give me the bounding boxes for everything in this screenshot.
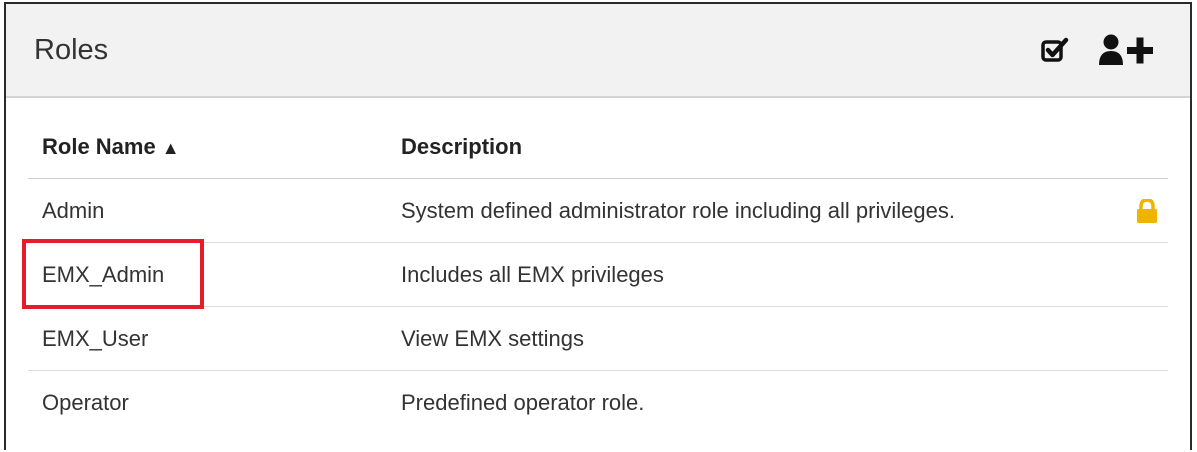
- role-description-cell: System defined administrator role includ…: [401, 197, 955, 223]
- role-description-cell: Predefined operator role.: [401, 389, 645, 415]
- column-header-role-name[interactable]: Role Name ▲: [28, 134, 401, 160]
- header-toolbar: [1040, 33, 1162, 67]
- lock-icon: [1136, 198, 1158, 229]
- column-label-role-name: Role Name: [42, 134, 156, 159]
- add-user-icon[interactable]: [1098, 33, 1162, 67]
- table-header-row: Role Name ▲ Description: [28, 116, 1168, 179]
- column-header-description[interactable]: Description: [401, 134, 1168, 160]
- panel-header: Roles: [6, 4, 1190, 98]
- batch-select-icon[interactable]: [1040, 36, 1070, 64]
- role-name-cell: EMX_User: [42, 325, 149, 351]
- table-row[interactable]: Operator Predefined operator role.: [28, 371, 1168, 434]
- roles-panel: Roles Role Name ▲ Description Admin Syst…: [4, 2, 1192, 450]
- page-title: Roles: [34, 33, 109, 66]
- role-description-cell: View EMX settings: [401, 325, 585, 351]
- sort-ascending-icon: ▲: [161, 138, 180, 158]
- role-name-cell: Operator: [42, 389, 129, 415]
- table-row[interactable]: Admin System defined administrator role …: [28, 179, 1168, 243]
- role-name-cell: Admin: [42, 197, 105, 223]
- highlight-box: [22, 239, 204, 309]
- table-row[interactable]: EMX_User View EMX settings: [28, 307, 1168, 371]
- role-description-cell: Includes all EMX privileges: [401, 261, 664, 287]
